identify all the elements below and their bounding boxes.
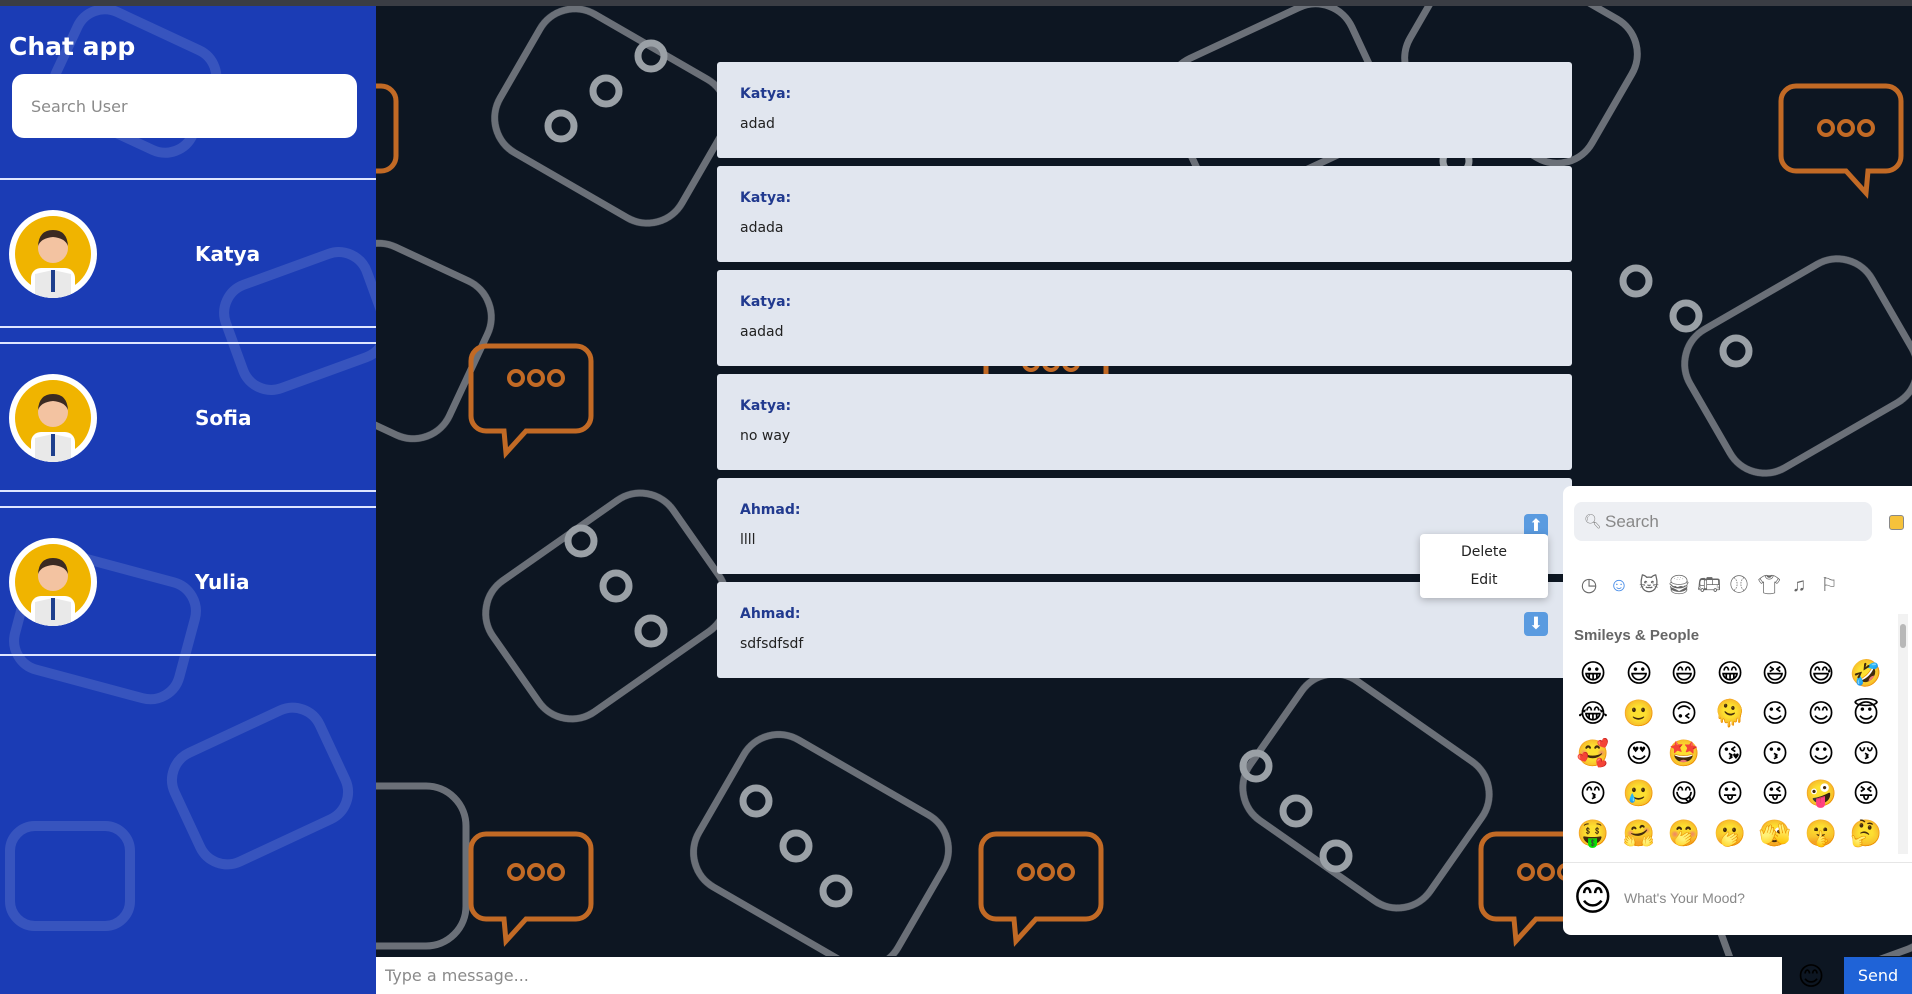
message-text: no way [740, 428, 791, 444]
symbols-icon[interactable]: ♫ [1787, 574, 1811, 598]
skin-tone-selector[interactable] [1889, 515, 1904, 530]
emoji-button[interactable]: 🥰 [1575, 736, 1611, 772]
emoji-button[interactable]: 😁 [1712, 656, 1748, 692]
user-item-sofia[interactable]: Sofia [0, 342, 376, 492]
avatar [9, 210, 97, 298]
emoji-button[interactable]: 😅 [1803, 656, 1839, 692]
sidebar-background-pattern [5, 6, 376, 931]
user-item-katya[interactable]: Katya [0, 178, 376, 328]
message-context-menu: Delete Edit [1420, 534, 1548, 598]
message-sender: Katya: [740, 398, 792, 414]
message-bubble: Katya: aadad [717, 270, 1572, 366]
message-text: aadad [740, 324, 784, 340]
user-item-yulia[interactable]: Yulia [0, 506, 376, 656]
user-name: Sofia [195, 406, 252, 430]
emoji-button[interactable]: 😜 [1757, 776, 1793, 812]
flags-icon[interactable]: ⚐ [1817, 574, 1841, 598]
emoji-button[interactable]: 😇 [1848, 696, 1884, 732]
emoji-button[interactable]: 😄 [1666, 656, 1702, 692]
emoji-button[interactable]: 😀 [1575, 656, 1611, 692]
send-button[interactable]: Send [1844, 957, 1912, 994]
emoji-section-title: Smileys & People [1574, 627, 1700, 644]
emoji-button[interactable]: 😃 [1621, 656, 1657, 692]
message-text: adada [740, 220, 784, 236]
message-input[interactable] [376, 957, 1782, 994]
sidebar: Chat app Katya Sofia Yulia [0, 6, 376, 994]
food-icon[interactable]: 🍔︎ [1667, 574, 1691, 598]
emoji-button[interactable]: 🤪 [1803, 776, 1839, 812]
message-text: sdfsdfsdf [740, 636, 804, 652]
emoji-button[interactable]: 🤩 [1666, 736, 1702, 772]
message-text: adad [740, 116, 775, 132]
emoji-picker: 🔍︎ Search ◷ ☺ 🐱︎ 🍔︎ 🚌︎ ⚾︎ 👕︎ ♫ ⚐ Smileys… [1563, 486, 1912, 935]
edit-menu-item[interactable]: Edit [1420, 566, 1548, 594]
emoji-button[interactable]: 🤭 [1666, 816, 1702, 852]
message-bubble: Katya: no way [717, 374, 1572, 470]
emoji-button[interactable]: 😘 [1712, 736, 1748, 772]
emoji-button[interactable]: 😂 [1575, 696, 1611, 732]
message-sender: Katya: [740, 86, 792, 102]
emoji-button[interactable]: 🫠 [1712, 696, 1748, 732]
emoji-search-placeholder: Search [1605, 512, 1659, 531]
user-name: Yulia [195, 570, 250, 594]
emoji-button[interactable]: 🤑 [1575, 816, 1611, 852]
search-user-input[interactable] [12, 74, 357, 138]
animals-icon[interactable]: 🐱︎ [1637, 574, 1661, 598]
emoji-button[interactable]: ☺ [1803, 736, 1839, 772]
emoji-button[interactable]: 🥲 [1621, 776, 1657, 812]
avatar [9, 374, 97, 462]
emoji-button[interactable]: 😗 [1757, 736, 1793, 772]
travel-icon[interactable]: 🚌︎ [1697, 574, 1721, 598]
message-sender: Katya: [740, 190, 792, 206]
emoji-button[interactable]: 🤣 [1848, 656, 1884, 692]
avatar [9, 538, 97, 626]
emoji-button[interactable]: 😋 [1666, 776, 1702, 812]
message-bubble: Katya: adad [717, 62, 1572, 158]
emoji-button[interactable]: 🙃 [1666, 696, 1702, 732]
emoji-button[interactable]: 😍 [1621, 736, 1657, 772]
emoji-button[interactable]: 😛 [1712, 776, 1748, 812]
delete-menu-item[interactable]: Delete [1420, 538, 1548, 566]
preview-placeholder: What's Your Mood? [1624, 890, 1745, 906]
recent-icon[interactable]: ◷ [1577, 574, 1601, 598]
message-sender: Ahmad: [740, 502, 801, 518]
objects-icon[interactable]: 👕︎ [1757, 574, 1781, 598]
emoji-button[interactable]: 🫣 [1757, 816, 1793, 852]
emoji-button[interactable]: 😙 [1575, 776, 1611, 812]
emoji-button[interactable]: 😚 [1848, 736, 1884, 772]
emoji-grid: 😀 😃 😄 😁 😆 😅 🤣 😂 🙂 🙃 🫠 😉 😊 😇 🥰 😍 🤩 😘 😗 ☺ 😚 😙 🥲 😋 😛 😜 🤪 😝 🤑 🤗 🤭 🫢 🫣 🤫 🤔 [1575, 656, 1885, 856]
emoji-button[interactable]: 😉 [1757, 696, 1793, 732]
emoji-preview: 😊 What's Your Mood? [1563, 862, 1912, 935]
emoji-button[interactable]: 😆 [1757, 656, 1793, 692]
emoji-search-input[interactable]: 🔍︎ Search [1574, 502, 1872, 541]
smileys-icon[interactable]: ☺ [1607, 574, 1631, 598]
emoji-category-bar: ◷ ☺ 🐱︎ 🍔︎ 🚌︎ ⚾︎ 👕︎ ♫ ⚐ [1577, 574, 1907, 604]
emoji-button[interactable]: 🤗 [1621, 816, 1657, 852]
user-name: Katya [195, 242, 261, 266]
message-sender: Katya: [740, 294, 792, 310]
activities-icon[interactable]: ⚾︎ [1727, 574, 1751, 598]
emoji-toggle-button[interactable]: 😊 [1797, 963, 1825, 991]
emoji-button[interactable]: 🤫 [1803, 816, 1839, 852]
preview-emoji: 😊 [1573, 875, 1613, 919]
app-title: Chat app [9, 32, 136, 61]
emoji-button[interactable]: 🫢 [1712, 816, 1748, 852]
emoji-button[interactable]: 😝 [1848, 776, 1884, 812]
emoji-button[interactable]: 😊 [1803, 696, 1839, 732]
arrow-down-icon[interactable]: ⬇ [1524, 612, 1548, 636]
emoji-button[interactable]: 🤔 [1848, 816, 1884, 852]
message-sender: Ahmad: [740, 606, 801, 622]
emoji-scrollbar[interactable] [1898, 614, 1908, 854]
emoji-button[interactable]: 🙂 [1621, 696, 1657, 732]
message-bubble: Katya: adada [717, 166, 1572, 262]
search-icon: 🔍︎ [1584, 513, 1602, 529]
